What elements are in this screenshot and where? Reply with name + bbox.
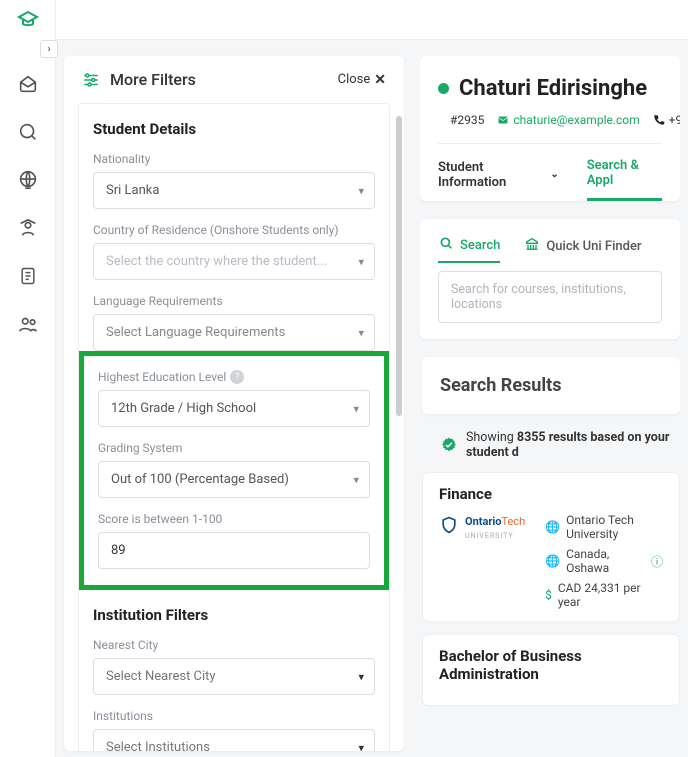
student-phone[interactable]: +94552 — [652, 113, 680, 127]
filters-icon — [82, 71, 100, 89]
filters-panel: More Filters Close ✕ Student Details Nat… — [64, 56, 404, 751]
university-logo: OntarioTech UNIVERSITY — [439, 513, 529, 542]
tab-student-info[interactable]: Student Information ⌄ — [438, 148, 559, 201]
student-id: #2935 — [450, 113, 484, 127]
globe-icon[interactable] — [16, 168, 40, 192]
score-value: 89 — [111, 543, 126, 558]
course-title: Bachelor of Business Administration — [439, 647, 663, 683]
student-header-panel: Chaturi Edirisinghe #2935 chaturie@examp… — [420, 56, 680, 201]
results-title: Search Results — [440, 375, 662, 396]
nationality-label: Nationality — [93, 152, 375, 166]
student-details-heading: Student Details — [79, 120, 389, 148]
inbox-icon[interactable] — [16, 72, 40, 96]
institutions-select[interactable]: Select Institutions — [93, 729, 375, 751]
language-req-placeholder: Select Language Requirements — [106, 325, 285, 340]
status-dot — [438, 83, 449, 94]
country-residence-label: Country of Residence (Onshore Students o… — [93, 223, 375, 237]
email-icon — [496, 114, 510, 126]
institutions-placeholder: Select Institutions — [106, 740, 210, 751]
expand-sidebar-button[interactable]: › — [40, 40, 58, 58]
close-icon: ✕ — [374, 72, 386, 88]
highest-edu-value: 12th Grade / High School — [111, 401, 256, 416]
tab-search-apply[interactable]: Search & Appl — [587, 148, 662, 201]
nearest-city-label: Nearest City — [93, 638, 375, 652]
results-block: Search Results Showing 8355 results base… — [422, 357, 680, 718]
info-icon[interactable]: ? — [230, 370, 244, 384]
country-residence-placeholder: Select the country where the student... — [106, 254, 327, 269]
right-column: Chaturi Edirisinghe #2935 chaturie@examp… — [420, 56, 680, 757]
result-card-1[interactable]: Finance OntarioTech UNIVERSITY 🌐Ontario … — [422, 472, 680, 622]
grading-system-select[interactable]: Out of 100 (Percentage Based) — [98, 461, 370, 498]
document-icon[interactable] — [16, 264, 40, 288]
search-tab-search[interactable]: Search — [438, 235, 500, 263]
globe-small-icon: 🌐 — [545, 520, 560, 534]
scrollbar-thumb[interactable] — [396, 116, 402, 416]
search-tab-icon — [438, 235, 454, 251]
score-label: Score is between 1-100 — [98, 512, 370, 526]
phone-icon — [652, 113, 666, 127]
nationality-value: Sri Lanka — [106, 183, 159, 198]
close-label: Close — [338, 72, 371, 87]
student-icon[interactable] — [16, 216, 40, 240]
filters-body: Student Details Nationality Sri Lanka Co… — [78, 103, 390, 751]
app-logo[interactable] — [16, 8, 40, 32]
highlighted-filters: Highest Education Level ? 12th Grade / H… — [79, 351, 389, 590]
nationality-select[interactable]: Sri Lanka — [93, 172, 375, 209]
filters-title-text: More Filters — [110, 70, 196, 89]
result-card-2[interactable]: Bachelor of Business Administration — [422, 634, 680, 706]
student-email[interactable]: chaturie@example.com — [496, 113, 639, 127]
language-req-label: Language Requirements — [93, 294, 375, 308]
search-icon[interactable] — [16, 120, 40, 144]
users-icon[interactable] — [16, 312, 40, 336]
close-filters-button[interactable]: Close ✕ — [338, 72, 386, 88]
location-icon: 🌐 — [545, 554, 560, 568]
nearest-city-placeholder: Select Nearest City — [106, 669, 216, 684]
course-title: Finance — [439, 485, 663, 503]
grading-system-value: Out of 100 (Percentage Based) — [111, 472, 289, 487]
student-tabs: Student Information ⌄ Search & Appl — [438, 143, 662, 201]
search-input[interactable]: Search for courses, institutions, locati… — [438, 271, 662, 323]
language-req-select[interactable]: Select Language Requirements — [93, 314, 375, 351]
score-input[interactable]: 89 — [98, 532, 370, 569]
uni-icon — [524, 236, 540, 252]
search-panel: Search Quick Uni Finder Search for cours… — [420, 219, 680, 339]
nearest-city-select[interactable]: Select Nearest City — [93, 658, 375, 695]
country-residence-select[interactable]: Select the country where the student... — [93, 243, 375, 280]
results-summary: Showing 8355 results based on your stude… — [440, 430, 680, 460]
sidebar — [0, 0, 56, 757]
chevron-down-icon: ⌄ — [550, 169, 558, 180]
filters-title: More Filters — [82, 70, 196, 89]
money-icon: $ — [545, 588, 552, 602]
search-tab-quick-uni[interactable]: Quick Uni Finder — [524, 235, 641, 263]
check-badge-icon — [440, 436, 458, 454]
search-input-placeholder: Search for courses, institutions, locati… — [451, 282, 626, 312]
university-details: 🌐Ontario Tech University 🌐Canada, Oshawa… — [545, 513, 663, 609]
highest-edu-select[interactable]: 12th Grade / High School — [98, 390, 370, 427]
grading-system-label: Grading System — [98, 441, 370, 455]
highest-edu-label: Highest Education Level ? — [98, 370, 370, 384]
shield-icon — [439, 513, 459, 542]
institution-filters-heading: Institution Filters — [79, 600, 389, 634]
student-name: Chaturi Edirisinghe — [459, 76, 647, 101]
extra-icon: ⓘ — [651, 553, 663, 570]
institutions-label: Institutions — [93, 709, 375, 723]
